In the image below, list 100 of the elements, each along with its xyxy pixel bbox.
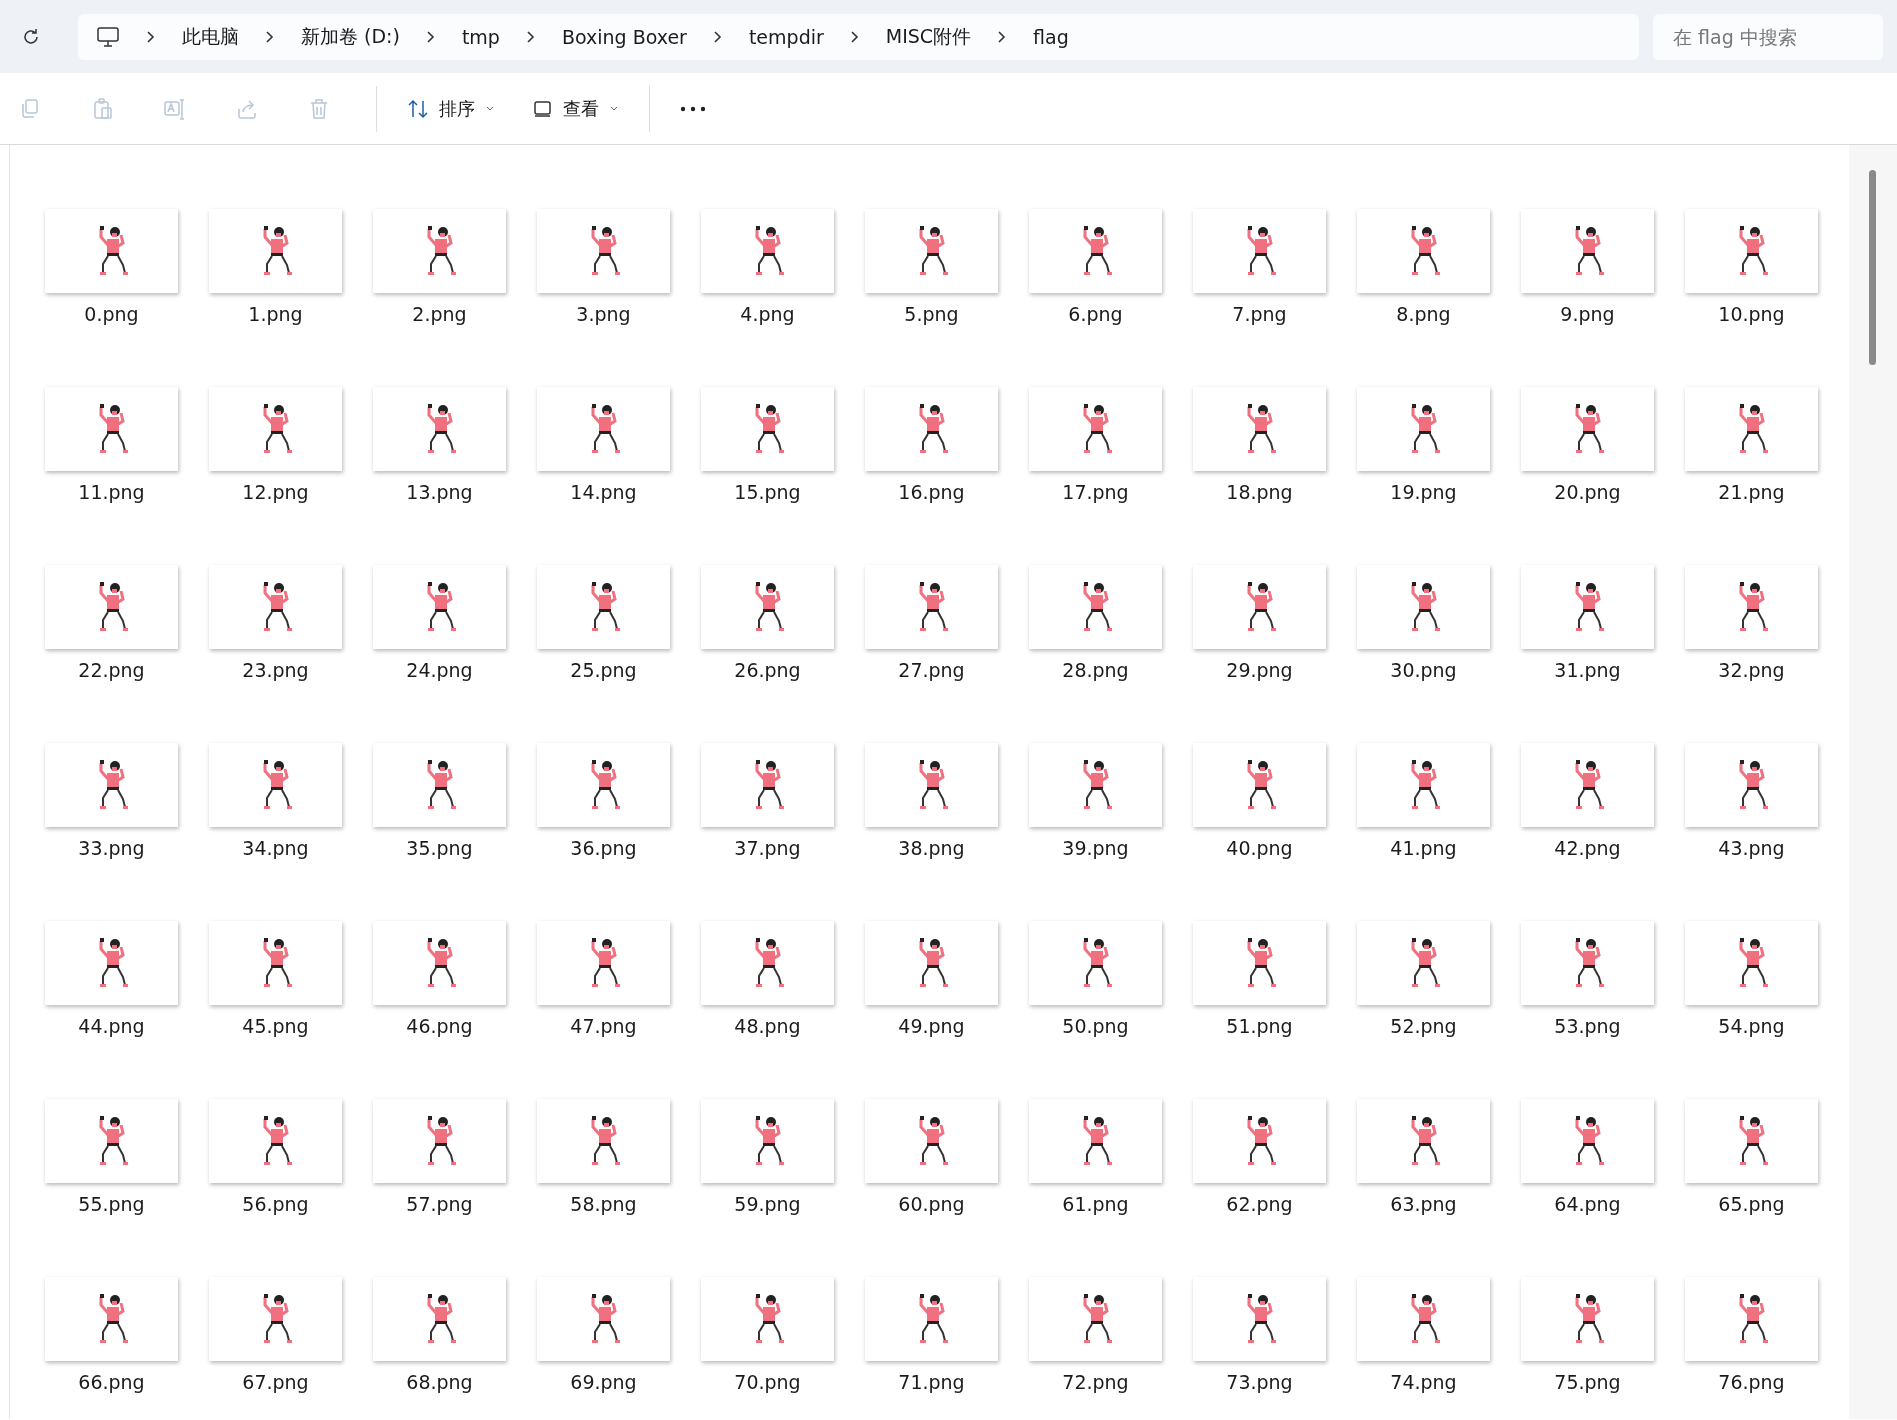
file-name[interactable]: 60.png bbox=[898, 1193, 965, 1215]
image-thumbnail[interactable] bbox=[537, 565, 670, 649]
image-thumbnail[interactable] bbox=[45, 921, 178, 1005]
file-name[interactable]: 9.png bbox=[1560, 303, 1615, 325]
image-thumbnail[interactable] bbox=[373, 1099, 506, 1183]
file-name[interactable]: 49.png bbox=[898, 1015, 965, 1037]
image-thumbnail[interactable] bbox=[1685, 387, 1818, 471]
image-thumbnail[interactable] bbox=[1685, 565, 1818, 649]
file-name[interactable]: 59.png bbox=[734, 1193, 801, 1215]
file-name[interactable]: 13.png bbox=[406, 481, 473, 503]
image-thumbnail[interactable] bbox=[701, 387, 834, 471]
image-thumbnail[interactable] bbox=[1685, 921, 1818, 1005]
file-name[interactable]: 11.png bbox=[78, 481, 145, 503]
image-thumbnail[interactable] bbox=[1357, 1277, 1490, 1361]
image-thumbnail[interactable] bbox=[209, 209, 342, 293]
image-thumbnail[interactable] bbox=[209, 1099, 342, 1183]
file-name[interactable]: 8.png bbox=[1396, 303, 1451, 325]
image-thumbnail[interactable] bbox=[1357, 921, 1490, 1005]
image-thumbnail[interactable] bbox=[1029, 1099, 1162, 1183]
scrollbar[interactable] bbox=[1849, 145, 1897, 1419]
file-name[interactable]: 33.png bbox=[78, 837, 145, 859]
file-name[interactable]: 19.png bbox=[1390, 481, 1457, 503]
image-thumbnail[interactable] bbox=[45, 1099, 178, 1183]
file-name[interactable]: 41.png bbox=[1390, 837, 1457, 859]
image-thumbnail[interactable] bbox=[373, 743, 506, 827]
image-thumbnail[interactable] bbox=[1193, 1099, 1326, 1183]
image-thumbnail[interactable] bbox=[1685, 743, 1818, 827]
image-thumbnail[interactable] bbox=[865, 565, 998, 649]
file-name[interactable]: 39.png bbox=[1062, 837, 1129, 859]
file-name[interactable]: 50.png bbox=[1062, 1015, 1129, 1037]
image-thumbnail[interactable] bbox=[1193, 743, 1326, 827]
file-name[interactable]: 51.png bbox=[1226, 1015, 1293, 1037]
image-thumbnail[interactable] bbox=[537, 743, 670, 827]
breadcrumb[interactable]: 新加卷 (D:) bbox=[301, 23, 400, 50]
file-name[interactable]: 38.png bbox=[898, 837, 965, 859]
file-name[interactable]: 66.png bbox=[78, 1371, 145, 1393]
file-name[interactable]: 57.png bbox=[406, 1193, 473, 1215]
image-thumbnail[interactable] bbox=[537, 1099, 670, 1183]
image-thumbnail[interactable] bbox=[373, 1277, 506, 1361]
file-name[interactable]: 55.png bbox=[78, 1193, 145, 1215]
file-name[interactable]: 30.png bbox=[1390, 659, 1457, 681]
image-thumbnail[interactable] bbox=[1357, 387, 1490, 471]
image-thumbnail[interactable] bbox=[1685, 1099, 1818, 1183]
image-thumbnail[interactable] bbox=[865, 1277, 998, 1361]
image-thumbnail[interactable] bbox=[45, 209, 178, 293]
file-name[interactable]: 15.png bbox=[734, 481, 801, 503]
file-name[interactable]: 4.png bbox=[740, 303, 795, 325]
image-thumbnail[interactable] bbox=[1193, 921, 1326, 1005]
image-thumbnail[interactable] bbox=[1521, 1099, 1654, 1183]
image-thumbnail[interactable] bbox=[701, 743, 834, 827]
sort-button[interactable]: 排序 bbox=[399, 90, 503, 127]
image-thumbnail[interactable] bbox=[1521, 209, 1654, 293]
image-thumbnail[interactable] bbox=[1193, 565, 1326, 649]
file-name[interactable]: 63.png bbox=[1390, 1193, 1457, 1215]
address-bar[interactable]: 此电脑 新加卷 (D:) tmp Boxing Boxer tempdir MISC附件 flag bbox=[78, 13, 1639, 60]
file-name[interactable]: 52.png bbox=[1390, 1015, 1457, 1037]
breadcrumb[interactable]: 此电脑 bbox=[182, 23, 239, 50]
breadcrumb[interactable]: flag bbox=[1033, 25, 1069, 48]
file-name[interactable]: 24.png bbox=[406, 659, 473, 681]
image-thumbnail[interactable] bbox=[373, 387, 506, 471]
file-name[interactable]: 74.png bbox=[1390, 1371, 1457, 1393]
file-name[interactable]: 29.png bbox=[1226, 659, 1293, 681]
image-thumbnail[interactable] bbox=[1357, 743, 1490, 827]
file-name[interactable]: 75.png bbox=[1554, 1371, 1621, 1393]
file-name[interactable]: 48.png bbox=[734, 1015, 801, 1037]
file-name[interactable]: 43.png bbox=[1718, 837, 1785, 859]
file-name[interactable]: 46.png bbox=[406, 1015, 473, 1037]
image-thumbnail[interactable] bbox=[1029, 565, 1162, 649]
file-name[interactable]: 10.png bbox=[1718, 303, 1785, 325]
image-thumbnail[interactable] bbox=[45, 743, 178, 827]
file-name[interactable]: 22.png bbox=[78, 659, 145, 681]
file-name[interactable]: 0.png bbox=[84, 303, 139, 325]
file-name[interactable]: 53.png bbox=[1554, 1015, 1621, 1037]
image-thumbnail[interactable] bbox=[1357, 209, 1490, 293]
image-thumbnail[interactable] bbox=[373, 209, 506, 293]
file-name[interactable]: 18.png bbox=[1226, 481, 1293, 503]
image-thumbnail[interactable] bbox=[701, 921, 834, 1005]
image-thumbnail[interactable] bbox=[865, 209, 998, 293]
file-name[interactable]: 69.png bbox=[570, 1371, 637, 1393]
file-name[interactable]: 17.png bbox=[1062, 481, 1129, 503]
image-thumbnail[interactable] bbox=[701, 209, 834, 293]
file-name[interactable]: 42.png bbox=[1554, 837, 1621, 859]
file-name[interactable]: 58.png bbox=[570, 1193, 637, 1215]
image-thumbnail[interactable] bbox=[209, 565, 342, 649]
file-name[interactable]: 5.png bbox=[904, 303, 959, 325]
file-name[interactable]: 7.png bbox=[1232, 303, 1287, 325]
file-name[interactable]: 32.png bbox=[1718, 659, 1785, 681]
file-name[interactable]: 28.png bbox=[1062, 659, 1129, 681]
file-name[interactable]: 6.png bbox=[1068, 303, 1123, 325]
file-name[interactable]: 35.png bbox=[406, 837, 473, 859]
image-thumbnail[interactable] bbox=[373, 921, 506, 1005]
file-name[interactable]: 25.png bbox=[570, 659, 637, 681]
file-name[interactable]: 73.png bbox=[1226, 1371, 1293, 1393]
image-thumbnail[interactable] bbox=[1193, 387, 1326, 471]
file-name[interactable]: 2.png bbox=[412, 303, 467, 325]
image-thumbnail[interactable] bbox=[209, 1277, 342, 1361]
image-thumbnail[interactable] bbox=[45, 387, 178, 471]
file-name[interactable]: 16.png bbox=[898, 481, 965, 503]
image-thumbnail[interactable] bbox=[1029, 743, 1162, 827]
file-name[interactable]: 68.png bbox=[406, 1371, 473, 1393]
